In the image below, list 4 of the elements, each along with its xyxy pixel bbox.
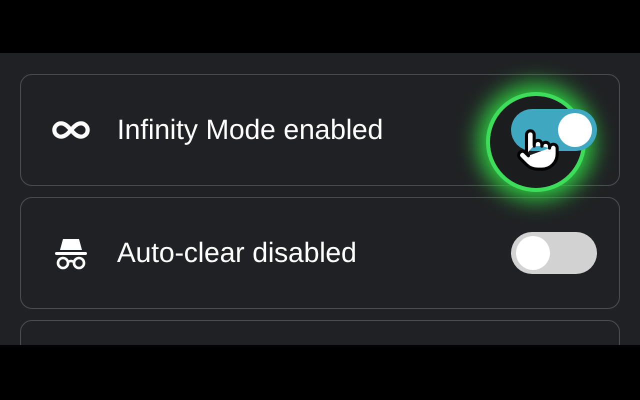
hand-cursor-icon bbox=[515, 127, 561, 173]
toggle-switch[interactable] bbox=[511, 232, 597, 274]
setting-label: Auto-clear disabled bbox=[117, 236, 357, 270]
setting-label: Infinity Mode enabled bbox=[117, 113, 384, 147]
